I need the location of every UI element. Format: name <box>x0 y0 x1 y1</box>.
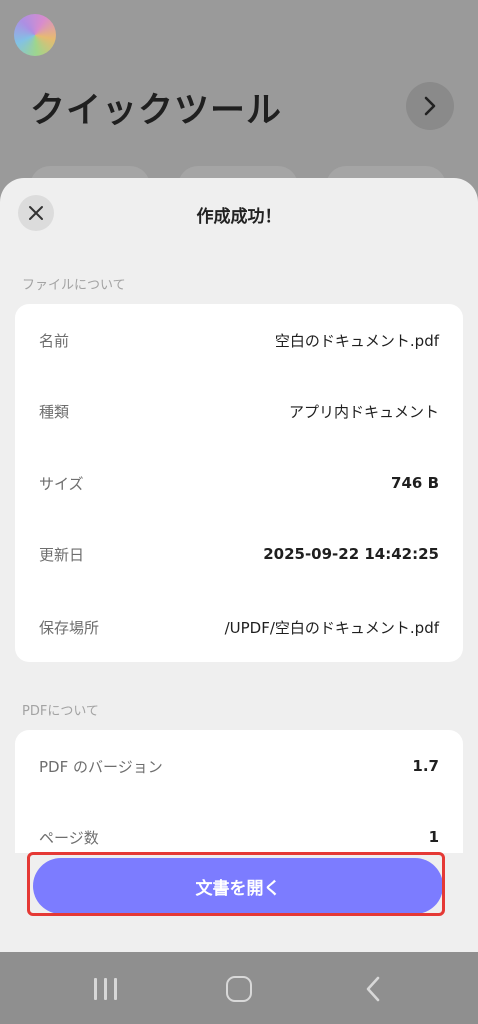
info-key: ページ数 <box>39 828 99 847</box>
avatar[interactable] <box>14 14 56 56</box>
info-value: 1.7 <box>412 757 439 775</box>
info-row-type: 種類 アプリ内ドキュメント <box>15 399 463 423</box>
info-key: 名前 <box>39 331 70 350</box>
chevron-right-icon <box>424 96 436 116</box>
info-row-location: 保存場所 /UPDF/空白のドキュメント.pdf <box>15 615 463 639</box>
info-row-page-count: ページ数 1 <box>15 825 463 849</box>
info-value: 2025-09-22 14:42:25 <box>263 545 439 563</box>
info-key: サイズ <box>39 474 84 493</box>
file-info-card: 名前 空白のドキュメント.pdf 種類 アプリ内ドキュメント サイズ 746 B… <box>15 304 463 662</box>
pdf-section-label: PDFについて <box>22 704 99 719</box>
info-row-updated: 更新日 2025-09-22 14:42:25 <box>15 542 463 566</box>
info-value: 空白のドキュメント.pdf <box>274 331 439 350</box>
page-title: クイックツール <box>30 91 283 131</box>
next-button[interactable] <box>406 82 454 130</box>
home-icon[interactable] <box>226 976 252 1002</box>
info-value: /UPDF/空白のドキュメント.pdf <box>224 618 439 637</box>
file-section-label: ファイルについて <box>22 278 126 293</box>
info-key: 更新日 <box>39 545 85 564</box>
open-document-button[interactable]: 文書を開く <box>33 858 443 914</box>
info-row-pdf-version: PDF のバージョン 1.7 <box>15 754 463 778</box>
info-row-size: サイズ 746 B <box>15 471 463 495</box>
recents-icon[interactable] <box>92 978 120 1000</box>
info-key: 保存場所 <box>39 618 100 637</box>
info-row-name: 名前 空白のドキュメント.pdf <box>15 328 463 352</box>
info-value: 746 B <box>391 474 439 492</box>
info-key: PDF のバージョン <box>39 757 163 776</box>
info-value: アプリ内ドキュメント <box>288 402 439 421</box>
back-icon[interactable] <box>362 974 384 1004</box>
dialog-title: 作成成功！ <box>196 207 282 227</box>
info-value: 1 <box>428 828 439 846</box>
info-key: 種類 <box>39 402 70 421</box>
